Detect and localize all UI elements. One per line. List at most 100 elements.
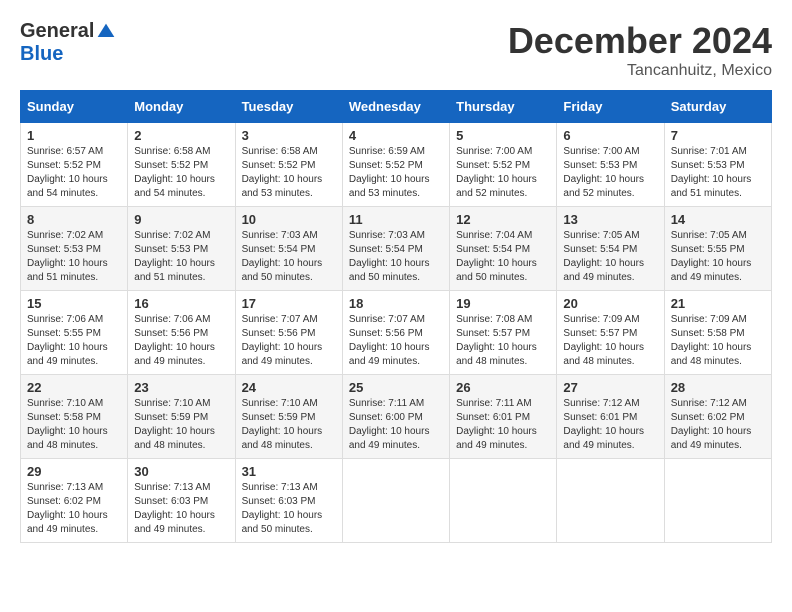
calendar-week-row: 22Sunrise: 7:10 AMSunset: 5:58 PMDayligh…: [21, 375, 772, 459]
calendar-cell: 22Sunrise: 7:10 AMSunset: 5:58 PMDayligh…: [21, 375, 128, 459]
calendar-table: Sunday Monday Tuesday Wednesday Thursday…: [20, 90, 772, 543]
day-info: Sunrise: 7:02 AMSunset: 5:53 PMDaylight:…: [134, 229, 228, 285]
calendar-cell: 7 Sunrise: 7:01 AMSunset: 5:53 PMDaylight…: [664, 123, 771, 207]
day-number: 17: [242, 296, 336, 311]
title-section: December 2024 Tancanhuitz, Mexico: [508, 20, 772, 80]
day-info: Sunrise: 7:00 AMSunset: 5:53 PMDaylight:…: [563, 145, 657, 201]
header-tuesday: Tuesday: [235, 91, 342, 123]
calendar-header-row: Sunday Monday Tuesday Wednesday Thursday…: [21, 91, 772, 123]
day-info: Sunrise: 7:03 AMSunset: 5:54 PMDaylight:…: [349, 229, 443, 285]
calendar-cell: 1 Sunrise: 6:57 AMSunset: 5:52 PMDaylight…: [21, 123, 128, 207]
calendar-cell: 21 Sunrise: 7:09 AMSunset: 5:58 PMDayligh…: [664, 291, 771, 375]
day-number: 5: [456, 128, 550, 143]
calendar-cell: 14Sunrise: 7:05 AMSunset: 5:55 PMDayligh…: [664, 207, 771, 291]
header-friday: Friday: [557, 91, 664, 123]
day-number: 9: [134, 212, 228, 227]
day-number: 4: [349, 128, 443, 143]
day-number: 16: [134, 296, 228, 311]
calendar-cell: [557, 459, 664, 543]
header-sunday: Sunday: [21, 91, 128, 123]
calendar-cell: 25 Sunrise: 7:11 AMSunset: 6:00 PMDayligh…: [342, 375, 449, 459]
calendar-cell: 26 Sunrise: 7:11 AMSunset: 6:01 PMDayligh…: [450, 375, 557, 459]
day-info: Sunrise: 7:06 AMSunset: 5:56 PMDaylight:…: [134, 313, 228, 369]
day-number: 24: [242, 380, 336, 395]
day-number: 23: [134, 380, 228, 395]
day-info: Sunrise: 7:06 AMSunset: 5:55 PMDaylight:…: [27, 313, 121, 369]
day-number: 28: [671, 380, 765, 395]
day-number: 19: [456, 296, 550, 311]
calendar-cell: 5 Sunrise: 7:00 AMSunset: 5:52 PMDaylight…: [450, 123, 557, 207]
calendar-cell: 16 Sunrise: 7:06 AMSunset: 5:56 PMDayligh…: [128, 291, 235, 375]
day-number: 2: [134, 128, 228, 143]
calendar-cell: 31 Sunrise: 7:13 AMSunset: 6:03 PMDayligh…: [235, 459, 342, 543]
day-info: Sunrise: 7:09 AMSunset: 5:58 PMDaylight:…: [671, 313, 765, 369]
day-number: 10: [242, 212, 336, 227]
header-thursday: Thursday: [450, 91, 557, 123]
calendar-cell: [664, 459, 771, 543]
day-info: Sunrise: 6:57 AMSunset: 5:52 PMDaylight:…: [27, 145, 121, 201]
day-info: Sunrise: 7:00 AMSunset: 5:52 PMDaylight:…: [456, 145, 550, 201]
calendar-cell: 10 Sunrise: 7:03 AMSunset: 5:54 PMDayligh…: [235, 207, 342, 291]
day-info: Sunrise: 6:58 AMSunset: 5:52 PMDaylight:…: [134, 145, 228, 201]
day-info: Sunrise: 7:10 AMSunset: 5:59 PMDaylight:…: [242, 397, 336, 453]
day-number: 1: [27, 128, 121, 143]
calendar-cell: 12 Sunrise: 7:04 AMSunset: 5:54 PMDayligh…: [450, 207, 557, 291]
calendar-week-row: 29 Sunrise: 7:13 AMSunset: 6:02 PMDayligh…: [21, 459, 772, 543]
day-info: Sunrise: 7:08 AMSunset: 5:57 PMDaylight:…: [456, 313, 550, 369]
calendar-cell: 29 Sunrise: 7:13 AMSunset: 6:02 PMDayligh…: [21, 459, 128, 543]
day-number: 31: [242, 464, 336, 479]
day-info: Sunrise: 7:10 AMSunset: 5:58 PMDaylight:…: [27, 397, 121, 453]
logo-general-text: General: [20, 20, 94, 43]
day-info: Sunrise: 7:05 AMSunset: 5:54 PMDaylight:…: [563, 229, 657, 285]
day-info: Sunrise: 6:59 AMSunset: 5:52 PMDaylight:…: [349, 145, 443, 201]
day-info: Sunrise: 7:07 AMSunset: 5:56 PMDaylight:…: [349, 313, 443, 369]
day-number: 15: [27, 296, 121, 311]
calendar-cell: 17 Sunrise: 7:07 AMSunset: 5:56 PMDayligh…: [235, 291, 342, 375]
calendar-cell: 27Sunrise: 7:12 AMSunset: 6:01 PMDayligh…: [557, 375, 664, 459]
day-info: Sunrise: 7:13 AMSunset: 6:03 PMDaylight:…: [242, 481, 336, 537]
calendar-cell: 18Sunrise: 7:07 AMSunset: 5:56 PMDayligh…: [342, 291, 449, 375]
calendar-cell: 15 Sunrise: 7:06 AMSunset: 5:55 PMDayligh…: [21, 291, 128, 375]
calendar-cell: 19 Sunrise: 7:08 AMSunset: 5:57 PMDayligh…: [450, 291, 557, 375]
day-number: 20: [563, 296, 657, 311]
day-info: Sunrise: 7:10 AMSunset: 5:59 PMDaylight:…: [134, 397, 228, 453]
day-info: Sunrise: 7:13 AMSunset: 6:03 PMDaylight:…: [134, 481, 228, 537]
month-title: December 2024: [508, 20, 772, 62]
day-number: 30: [134, 464, 228, 479]
calendar-cell: 30 Sunrise: 7:13 AMSunset: 6:03 PMDayligh…: [128, 459, 235, 543]
day-info: Sunrise: 7:05 AMSunset: 5:55 PMDaylight:…: [671, 229, 765, 285]
day-info: Sunrise: 7:13 AMSunset: 6:02 PMDaylight:…: [27, 481, 121, 537]
day-number: 26: [456, 380, 550, 395]
day-number: 25: [349, 380, 443, 395]
day-info: Sunrise: 7:11 AMSunset: 6:01 PMDaylight:…: [456, 397, 550, 453]
day-info: Sunrise: 7:11 AMSunset: 6:00 PMDaylight:…: [349, 397, 443, 453]
day-info: Sunrise: 7:03 AMSunset: 5:54 PMDaylight:…: [242, 229, 336, 285]
calendar-cell: 13 Sunrise: 7:05 AMSunset: 5:54 PMDayligh…: [557, 207, 664, 291]
day-number: 6: [563, 128, 657, 143]
day-info: Sunrise: 7:02 AMSunset: 5:53 PMDaylight:…: [27, 229, 121, 285]
day-info: Sunrise: 7:12 AMSunset: 6:02 PMDaylight:…: [671, 397, 765, 453]
day-number: 29: [27, 464, 121, 479]
calendar-cell: [450, 459, 557, 543]
day-info: Sunrise: 7:12 AMSunset: 6:01 PMDaylight:…: [563, 397, 657, 453]
calendar-cell: 28 Sunrise: 7:12 AMSunset: 6:02 PMDayligh…: [664, 375, 771, 459]
header-saturday: Saturday: [664, 91, 771, 123]
location: Tancanhuitz, Mexico: [508, 62, 772, 80]
day-number: 12: [456, 212, 550, 227]
day-number: 7: [671, 128, 765, 143]
header-wednesday: Wednesday: [342, 91, 449, 123]
logo: General Blue: [20, 20, 116, 66]
day-number: 13: [563, 212, 657, 227]
day-number: 3: [242, 128, 336, 143]
day-number: 21: [671, 296, 765, 311]
day-info: Sunrise: 7:07 AMSunset: 5:56 PMDaylight:…: [242, 313, 336, 369]
calendar-cell: 23 Sunrise: 7:10 AMSunset: 5:59 PMDayligh…: [128, 375, 235, 459]
calendar-week-row: 8Sunrise: 7:02 AMSunset: 5:53 PMDaylight…: [21, 207, 772, 291]
calendar-cell: 11 Sunrise: 7:03 AMSunset: 5:54 PMDayligh…: [342, 207, 449, 291]
calendar-cell: 2 Sunrise: 6:58 AMSunset: 5:52 PMDaylight…: [128, 123, 235, 207]
day-info: Sunrise: 7:04 AMSunset: 5:54 PMDaylight:…: [456, 229, 550, 285]
day-number: 11: [349, 212, 443, 227]
day-info: Sunrise: 7:01 AMSunset: 5:53 PMDaylight:…: [671, 145, 765, 201]
calendar-cell: 8Sunrise: 7:02 AMSunset: 5:53 PMDaylight…: [21, 207, 128, 291]
calendar-cell: 4 Sunrise: 6:59 AMSunset: 5:52 PMDaylight…: [342, 123, 449, 207]
